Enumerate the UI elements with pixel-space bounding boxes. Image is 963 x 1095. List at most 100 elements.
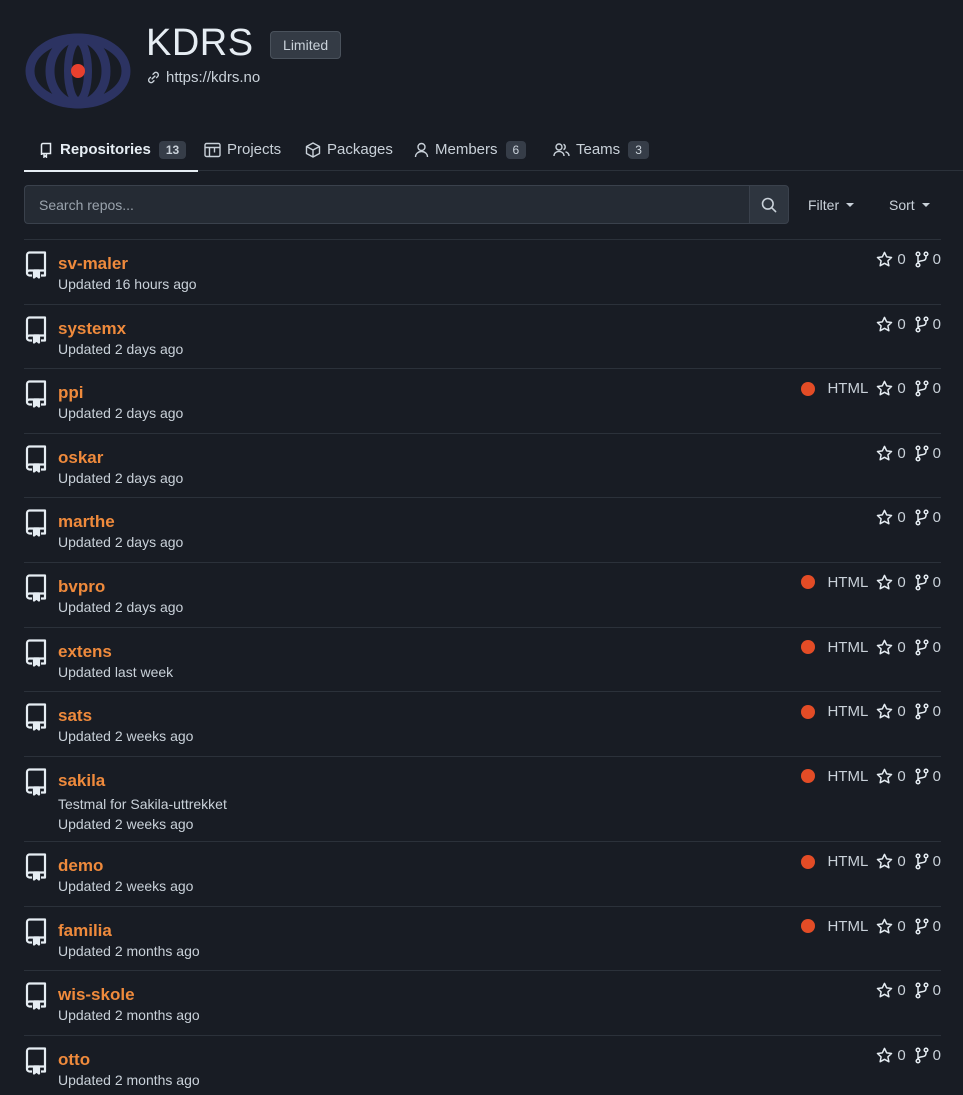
stars-count[interactable]: 0: [876, 767, 906, 785]
stars-count[interactable]: 0: [876, 316, 906, 333]
repo-updated: Updated 2 months ago: [58, 1007, 200, 1024]
forks-value: 0: [932, 251, 941, 268]
repo-name-link[interactable]: sakila: [58, 771, 105, 791]
repo-language: HTML: [827, 853, 869, 871]
forks-value: 0: [932, 1047, 941, 1065]
forks-value: 0: [932, 982, 941, 1000]
tab-repositories[interactable]: Repositories 13: [23, 129, 199, 172]
language-color-dot: [801, 381, 816, 396]
repo-name-link[interactable]: oskar: [58, 448, 103, 468]
repo-name-link[interactable]: demo: [58, 856, 103, 876]
forks-count[interactable]: 0: [915, 982, 941, 999]
tab-teams[interactable]: Teams 3: [553, 129, 649, 170]
sort-dropdown[interactable]: Sort: [889, 185, 930, 224]
repo-icon: [25, 315, 47, 344]
stars-count[interactable]: 0: [876, 251, 906, 268]
forks-count[interactable]: 0: [915, 918, 941, 935]
stars-count[interactable]: 0: [876, 982, 906, 999]
caret-down-icon: [846, 202, 855, 207]
forks-count[interactable]: 0: [915, 445, 941, 462]
repo-row: marthe Updated 2 days ago 0 0: [24, 498, 941, 563]
forks-count[interactable]: 0: [915, 380, 941, 397]
star-icon: [877, 768, 893, 784]
repo-name-link[interactable]: extens: [58, 642, 112, 662]
tab-label: Members: [435, 141, 498, 158]
search-button[interactable]: [749, 185, 789, 224]
repo-icon: [25, 509, 47, 537]
repo-name-link[interactable]: marthe: [58, 512, 115, 532]
stars-count[interactable]: 0: [876, 703, 906, 720]
repo-meta: 0 0: [876, 509, 941, 526]
forks-count[interactable]: 0: [915, 316, 941, 333]
repo-description: Testmal for Sakila-uttrekket: [58, 795, 227, 812]
repo-meta: 0 0: [876, 1047, 941, 1064]
language-color-dot: [801, 919, 816, 934]
repo-name-link[interactable]: sats: [58, 706, 92, 726]
repo-name-link[interactable]: systemx: [58, 319, 126, 339]
repo-language: HTML: [827, 380, 869, 398]
fork-icon: [915, 639, 929, 656]
stars-count[interactable]: 0: [876, 638, 906, 656]
repo-name-link[interactable]: ppi: [58, 383, 84, 403]
repo-row: otto Updated 2 months ago 0 0: [24, 1036, 941, 1095]
forks-value: 0: [932, 509, 941, 527]
fork-icon: [915, 703, 929, 720]
org-website-link[interactable]: https://kdrs.no: [146, 69, 260, 86]
forks-count[interactable]: 0: [915, 853, 941, 870]
tab-projects[interactable]: Projects: [204, 129, 281, 170]
stars-value: 0: [897, 638, 906, 656]
repo-updated: Updated 2 weeks ago: [58, 815, 194, 832]
repo-meta: HTML 0 0: [801, 703, 941, 720]
forks-count[interactable]: 0: [915, 639, 941, 656]
stars-count[interactable]: 0: [876, 1047, 906, 1064]
repo-icon: [40, 142, 52, 158]
star-icon: [877, 316, 893, 332]
forks-count[interactable]: 0: [915, 1047, 941, 1064]
repo-updated: Updated 2 months ago: [58, 942, 200, 959]
fork-icon: [915, 251, 929, 268]
forks-value: 0: [932, 853, 941, 871]
repo-meta: HTML 0 0: [801, 918, 941, 935]
stars-count[interactable]: 0: [876, 574, 906, 591]
stars-count[interactable]: 0: [876, 853, 906, 870]
stars-count[interactable]: 0: [876, 509, 906, 526]
repo-meta: HTML 0 0: [801, 380, 941, 397]
repo-name-link[interactable]: familia: [58, 921, 112, 941]
repo-name-link[interactable]: bvpro: [58, 577, 105, 597]
repo-icon: [25, 1047, 47, 1075]
tab-label: Projects: [227, 141, 282, 158]
repo-icon: [25, 251, 47, 279]
fork-icon: [915, 853, 929, 870]
star-icon: [877, 251, 893, 267]
stars-count[interactable]: 0: [876, 380, 906, 397]
tab-label: Packages: [327, 141, 393, 158]
repo-language: HTML: [827, 638, 869, 656]
forks-count[interactable]: 0: [915, 768, 941, 785]
forks-count[interactable]: 0: [915, 574, 941, 591]
repo-name-link[interactable]: otto: [58, 1050, 90, 1070]
search-input[interactable]: [24, 185, 749, 224]
star-icon: [877, 1047, 893, 1063]
forks-count[interactable]: 0: [915, 251, 941, 268]
repo-icon: [25, 982, 47, 1011]
stars-count[interactable]: 0: [876, 918, 906, 935]
stars-value: 0: [897, 767, 906, 785]
org-avatar[interactable]: [24, 32, 132, 110]
repo-icon: [25, 853, 47, 881]
repo-name-link[interactable]: wis-skole: [58, 985, 135, 1005]
tab-label: Teams: [576, 141, 621, 158]
filter-dropdown[interactable]: Filter: [808, 185, 855, 224]
forks-count[interactable]: 0: [915, 703, 941, 720]
repo-updated: Updated 2 weeks ago: [58, 878, 194, 895]
repo-name-link[interactable]: sv-maler: [58, 254, 128, 274]
tab-packages[interactable]: Packages: [305, 129, 393, 170]
forks-value: 0: [932, 444, 941, 462]
forks-count[interactable]: 0: [915, 509, 941, 526]
language-color-dot: [801, 704, 816, 719]
repo-icon: [25, 918, 47, 946]
star-icon: [877, 380, 893, 396]
fork-icon: [915, 768, 929, 785]
stars-count[interactable]: 0: [876, 445, 906, 462]
repo-meta: 0 0: [876, 982, 941, 999]
tab-members[interactable]: Members 6: [414, 129, 527, 170]
